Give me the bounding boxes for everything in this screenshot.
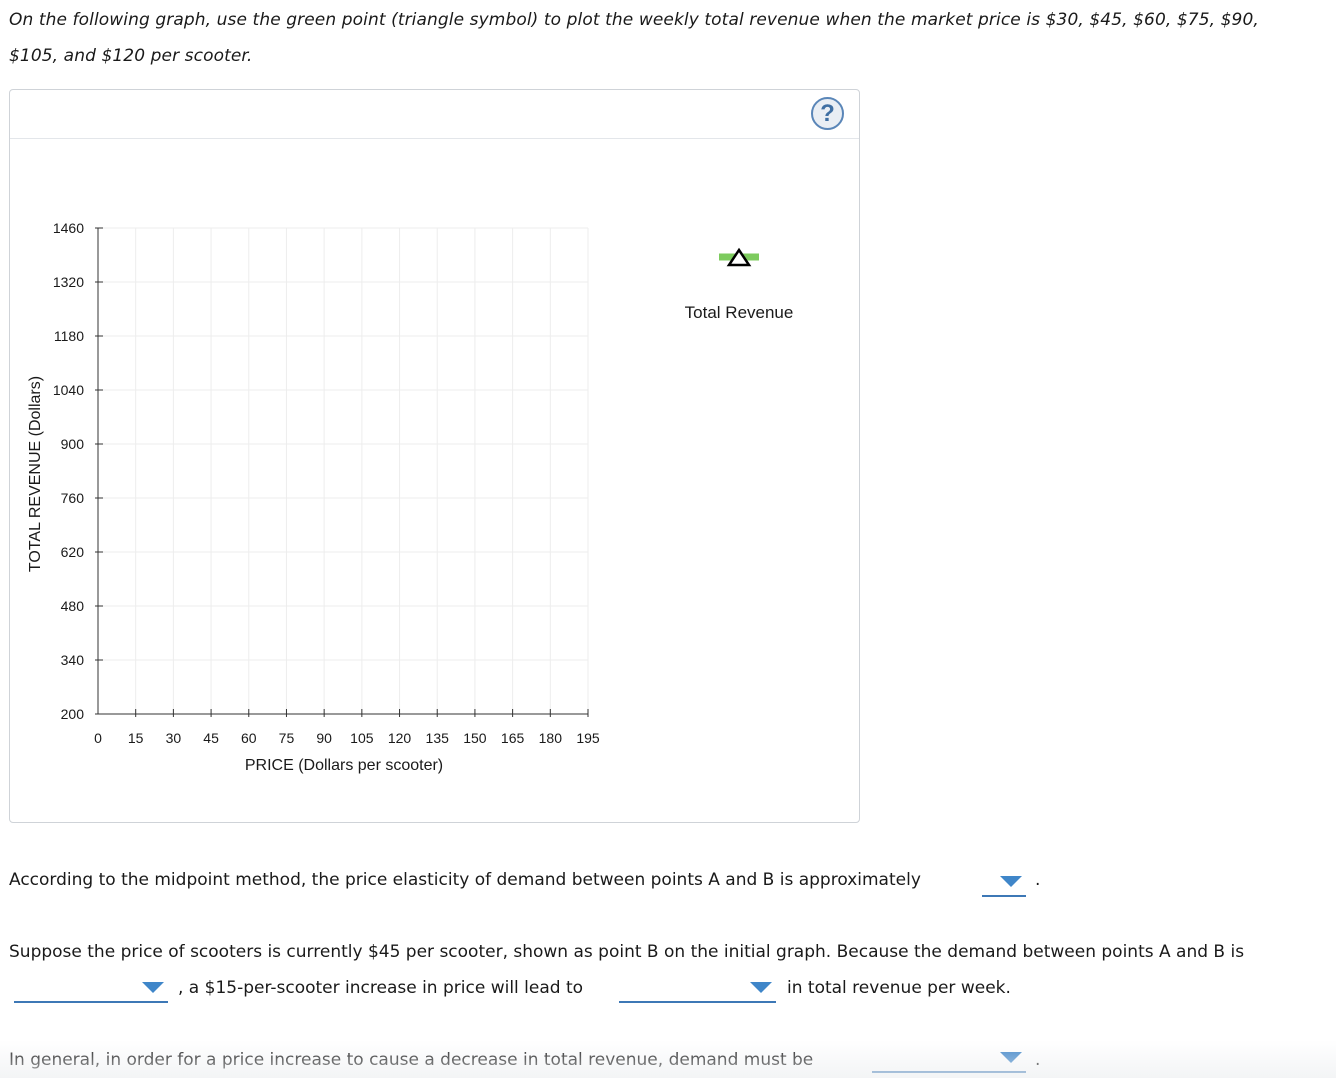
question-1-text: According to the midpoint method, the pr… <box>9 870 921 890</box>
question-1-end: . <box>1035 870 1041 890</box>
instructions-line-2: $105, and $120 per scooter. <box>9 46 253 66</box>
x-tick-label: 60 <box>241 730 257 746</box>
y-tick-label: 1180 <box>54 328 84 344</box>
y-tick-label: 1040 <box>53 382 84 398</box>
x-tick-label: 150 <box>463 730 487 746</box>
instructions: On the following graph, use the green po… <box>9 2 1331 74</box>
chevron-down-icon <box>1000 1052 1022 1063</box>
x-tick-label: 105 <box>350 730 374 746</box>
x-axis-label: PRICE (Dollars per scooter) <box>245 757 443 774</box>
y-tick-label: 1320 <box>53 274 84 290</box>
question-2-line-1: Suppose the price of scooters is current… <box>9 942 1245 962</box>
question-1: According to the midpoint method, the pr… <box>9 862 921 898</box>
demand-type-dropdown[interactable] <box>14 975 168 1003</box>
chevron-down-icon <box>750 982 772 993</box>
x-tick-label: 180 <box>539 730 563 746</box>
x-tick-label: 15 <box>128 730 144 746</box>
y-axis-label: TOTAL REVENUE (Dollars) <box>27 376 44 572</box>
y-tick-label: 900 <box>61 436 85 452</box>
x-tick-label: 30 <box>166 730 182 746</box>
chevron-down-icon <box>142 982 164 993</box>
instructions-line-1: On the following graph, use the green po… <box>9 10 1259 30</box>
x-tick-label: 0 <box>94 730 102 746</box>
demand-requirement-dropdown[interactable] <box>872 1045 1026 1073</box>
x-tick-label: 45 <box>203 730 219 746</box>
chevron-down-icon <box>1000 876 1022 887</box>
elasticity-dropdown[interactable] <box>982 869 1026 897</box>
y-axis: 200 340 480 620 760 900 1040 1180 1320 1460 <box>53 220 103 722</box>
y-tick-label: 620 <box>61 544 85 560</box>
x-tick-label: 75 <box>279 730 295 746</box>
question-2-middle: , a $15-per-scooter increase in price wi… <box>178 978 584 998</box>
x-tick-label: 135 <box>426 730 450 746</box>
x-tick-label: 195 <box>576 730 600 746</box>
total-revenue-label: Total Revenue <box>685 303 794 322</box>
y-tick-label: 760 <box>61 490 85 506</box>
y-tick-label: 200 <box>61 706 85 722</box>
graph-panel: ? 200 340 480 620 760 900 1040 1180 1320 1460 0 15… <box>9 89 860 823</box>
x-tick-label: 90 <box>316 730 332 746</box>
y-tick-label: 340 <box>61 652 85 668</box>
y-tick-label: 1460 <box>53 220 84 236</box>
x-tick-label: 165 <box>501 730 525 746</box>
x-axis: 0 15 30 45 60 75 90 105 120 135 150 165 180 195 <box>94 709 600 746</box>
question-3-end: . <box>1035 1050 1041 1070</box>
y-tick-label: 480 <box>61 598 85 614</box>
revenue-change-dropdown[interactable] <box>619 975 776 1003</box>
total-revenue-graph[interactable]: 200 340 480 620 760 900 1040 1180 1320 1460 0 15 30… <box>10 90 859 822</box>
question-3-text: In general, in order for a price increas… <box>9 1050 814 1070</box>
x-tick-label: 120 <box>388 730 412 746</box>
grid-lines <box>98 227 589 714</box>
question-2-end: in total revenue per week. <box>787 978 1011 998</box>
total-revenue-tool[interactable] <box>719 247 759 267</box>
